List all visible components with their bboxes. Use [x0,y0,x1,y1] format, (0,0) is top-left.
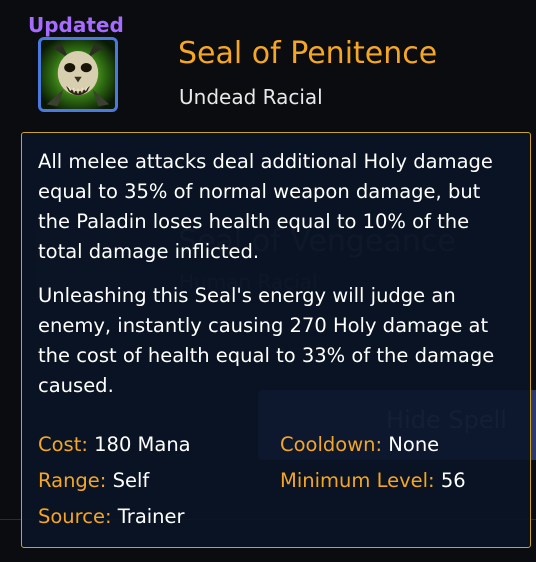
spell-judgement-description: Unleashing this Seal's energy will judge… [38,284,495,397]
spell-tooltip: All melee attacks deal additional Holy d… [21,132,531,548]
stat-range-value: Self [112,469,150,492]
spell-race: Undead Racial [179,85,323,109]
updated-badge: Updated [28,13,124,37]
stat-minimum-level: Minimum Level: 56 [280,463,466,499]
stat-cooldown-label: Cooldown: [280,433,383,456]
stat-source-value: Trainer [117,505,185,528]
stat-cost-label: Cost: [38,433,88,456]
stat-minimum-level-label: Minimum Level: [280,469,435,492]
spell-header: Updated Seal of Penitence Undead Racial [0,0,536,140]
stat-cooldown: Cooldown: None [280,427,439,463]
spell-icon[interactable] [38,37,118,112]
stat-cost-value: 180 Mana [94,433,191,456]
stat-range: Range: Self [38,463,149,499]
stat-cost: Cost: 180 Mana [38,427,191,463]
spell-title: Seal of Penitence [178,36,438,71]
stat-range-label: Range: [38,469,107,492]
stat-cooldown-value: None [388,433,440,456]
stat-source: Source: Trainer [38,499,185,535]
stat-minimum-level-value: 56 [440,469,466,492]
ghoul-face-icon [41,40,115,109]
stat-source-label: Source: [38,505,112,528]
spell-description: All melee attacks deal additional Holy d… [38,150,493,263]
